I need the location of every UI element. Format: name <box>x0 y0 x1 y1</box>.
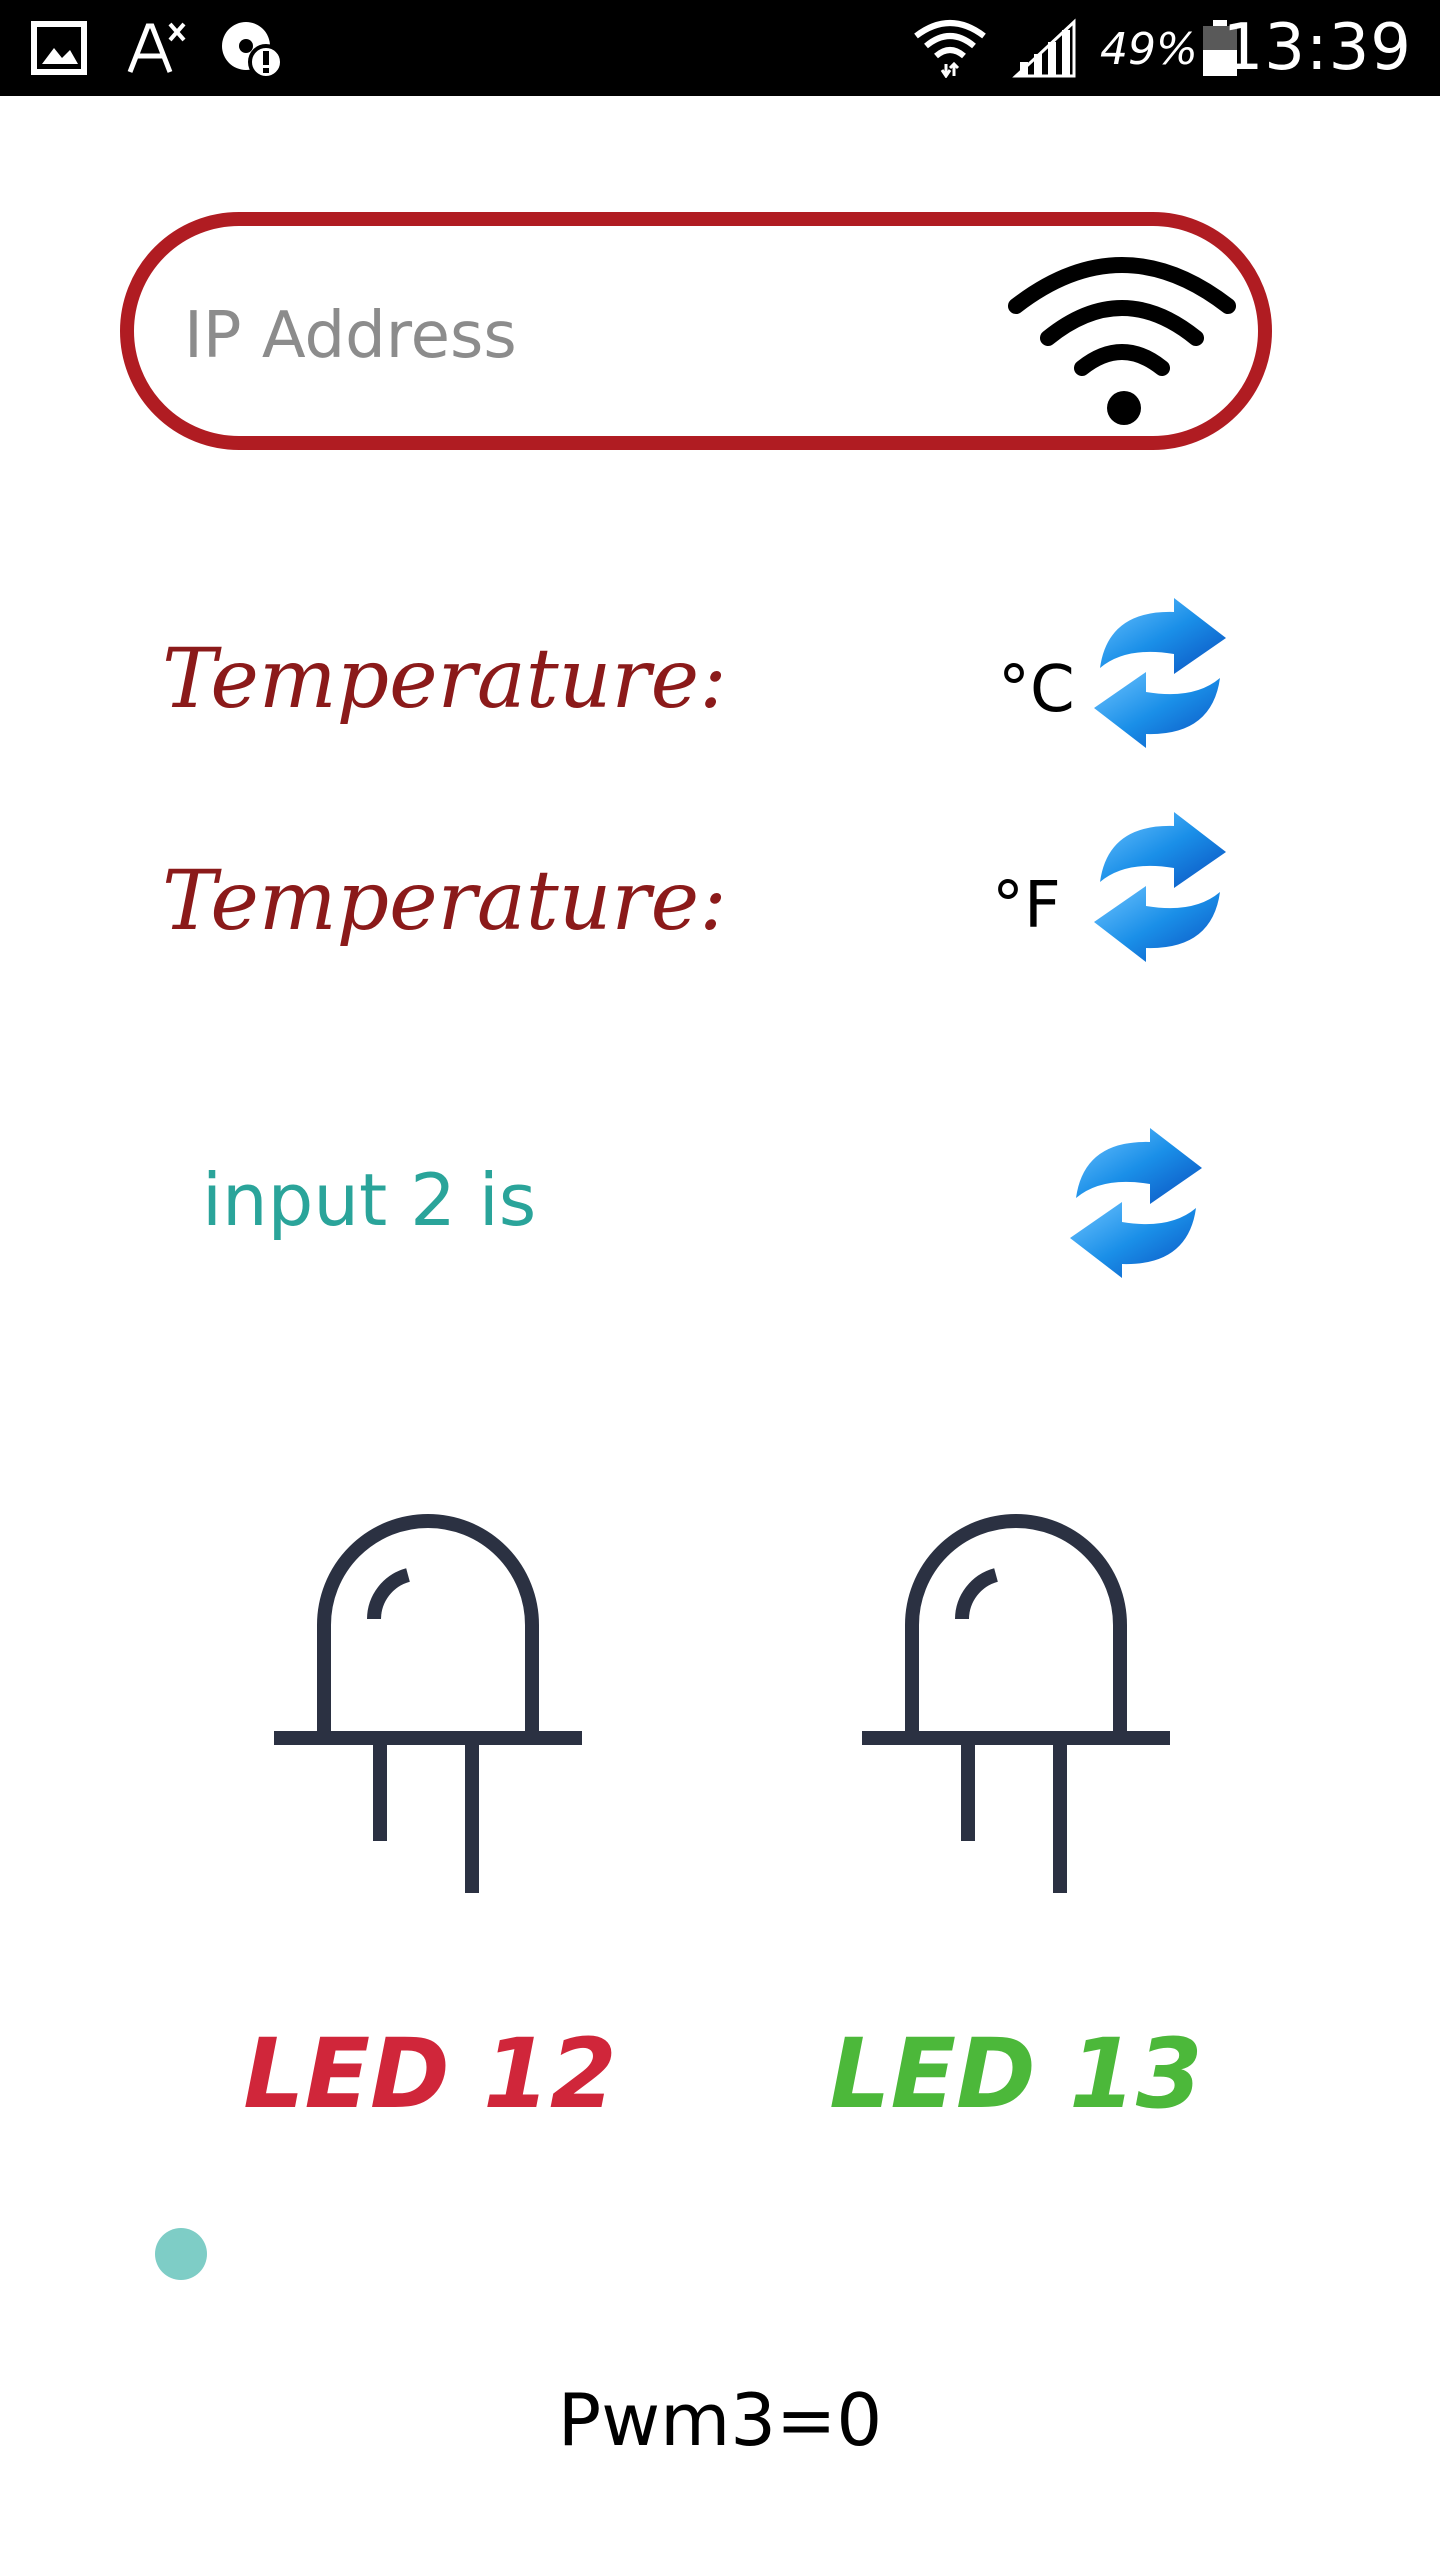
led-13-icon[interactable] <box>856 1505 1176 1905</box>
battery-percent: 49% <box>1100 24 1198 75</box>
wifi-icon[interactable] <box>1002 250 1242 430</box>
status-bar: 49% 13:39 <box>0 0 1440 96</box>
refresh-icon[interactable] <box>1090 812 1230 962</box>
led-12-icon[interactable] <box>268 1505 588 1905</box>
led-13-label[interactable]: LED 13 <box>776 2014 1256 2134</box>
ip-address-input[interactable] <box>184 286 984 386</box>
input2-label: input 2 is <box>202 1158 537 1242</box>
wifi-icon <box>914 20 986 78</box>
font-icon <box>127 22 186 73</box>
temperature-celsius-label: Temperature: <box>162 632 727 727</box>
clock: 13:39 <box>1222 11 1412 85</box>
refresh-icon[interactable] <box>1066 1128 1206 1278</box>
led-12-label[interactable]: LED 12 <box>190 2014 670 2134</box>
pwm-value-label: Pwm3=0 <box>557 2378 883 2462</box>
temperature-celsius-unit: °C <box>998 653 1075 727</box>
storage-warning-icon <box>222 22 284 78</box>
gallery-icon <box>31 21 87 75</box>
ip-address-field <box>120 212 1272 450</box>
refresh-icon[interactable] <box>1090 598 1230 748</box>
pwm-slider-thumb[interactable] <box>155 2228 207 2280</box>
temperature-fahrenheit-label: Temperature: <box>162 854 727 949</box>
signal-icon <box>1012 18 1076 78</box>
temperature-fahrenheit-unit: °F <box>992 869 1061 943</box>
